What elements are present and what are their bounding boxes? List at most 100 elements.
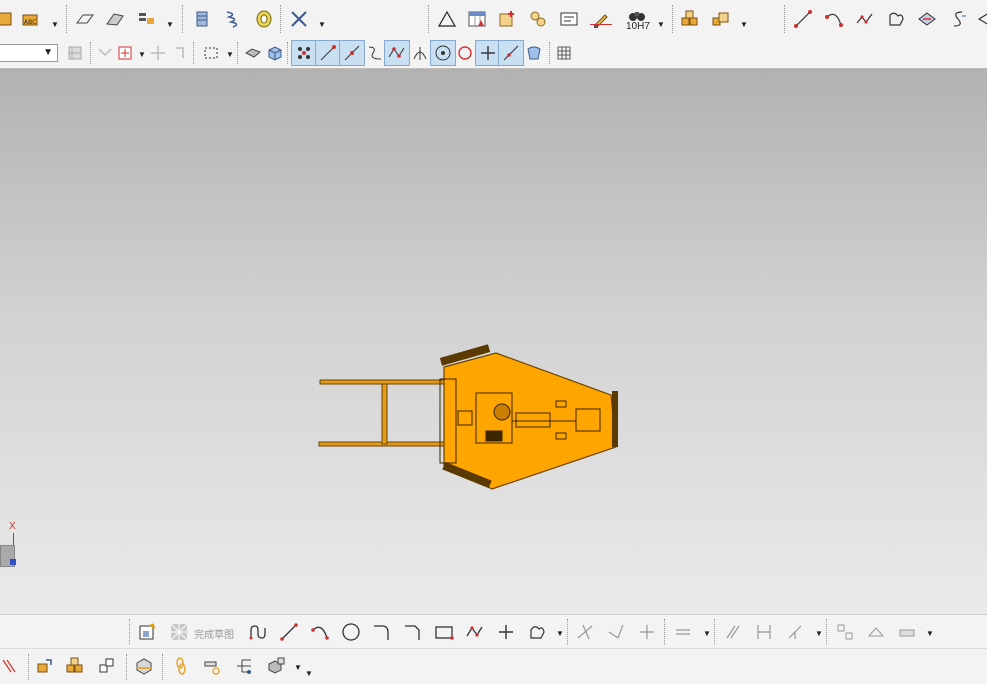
- dimension-icon[interactable]: [751, 619, 777, 645]
- snap-endpoints-icon[interactable]: [291, 40, 317, 66]
- brush-icon[interactable]: [588, 6, 614, 32]
- intersection-icon[interactable]: [894, 619, 920, 645]
- component-icon[interactable]: [708, 6, 734, 32]
- quick-trim-icon[interactable]: [572, 619, 598, 645]
- more-tools-icon[interactable]: [972, 6, 987, 32]
- grid-icon[interactable]: [551, 40, 577, 66]
- chevron-down-icon[interactable]: ▼: [305, 669, 313, 678]
- move-object-icon[interactable]: [31, 653, 57, 679]
- hierarchy-icon[interactable]: [231, 653, 257, 679]
- toolbar-separator: [784, 5, 785, 33]
- polygon-icon[interactable]: [462, 619, 488, 645]
- fillet-icon[interactable]: [369, 619, 395, 645]
- circle-icon[interactable]: [338, 619, 364, 645]
- snap-on-face-icon[interactable]: [521, 40, 547, 66]
- mirror-icon[interactable]: [832, 619, 858, 645]
- solid-block-icon[interactable]: [0, 6, 18, 32]
- project-icon[interactable]: [863, 619, 889, 645]
- 3d-model[interactable]: [316, 337, 626, 493]
- line-icon[interactable]: [790, 6, 816, 32]
- toolbar-separator: [428, 5, 429, 33]
- sketch-icon[interactable]: [134, 619, 160, 645]
- graphics-viewport[interactable]: X: [0, 69, 987, 614]
- chevron-down-icon[interactable]: ▼: [318, 20, 326, 29]
- replace-component-icon[interactable]: [94, 653, 120, 679]
- chamfer-icon[interactable]: [400, 619, 426, 645]
- assembly-icon[interactable]: [677, 6, 703, 32]
- parallel-icon[interactable]: [720, 619, 746, 645]
- toolbar-separator: [162, 654, 163, 680]
- toolbar-separator: [182, 5, 183, 33]
- cube-icon[interactable]: [262, 40, 288, 66]
- sketch-arc-icon[interactable]: [307, 619, 333, 645]
- note-icon[interactable]: [556, 6, 582, 32]
- sketch-line-icon[interactable]: [276, 619, 302, 645]
- projected-view-icon[interactable]: [525, 6, 551, 32]
- chevron-down-icon[interactable]: ▼: [740, 20, 748, 29]
- studio-spline-icon[interactable]: [524, 619, 550, 645]
- copy-component-icon[interactable]: [62, 653, 88, 679]
- cylinder-icon[interactable]: [189, 6, 215, 32]
- sheet-icon[interactable]: [914, 6, 940, 32]
- toolbar-separator: [672, 5, 673, 33]
- parallel-constraint-icon[interactable]: [0, 653, 20, 679]
- chevron-down-icon[interactable]: ▼: [815, 629, 823, 638]
- gear-icon[interactable]: [251, 6, 277, 32]
- constraint-icon[interactable]: [782, 619, 808, 645]
- offset-icon[interactable]: [670, 619, 696, 645]
- rectangle-icon[interactable]: [431, 619, 457, 645]
- toolbar-separator: [126, 654, 127, 680]
- profile-icon[interactable]: [245, 619, 271, 645]
- toolbar-separator: [237, 42, 238, 64]
- rotate-icon[interactable]: [168, 40, 194, 66]
- toolbar-separator: [129, 619, 130, 645]
- spring-icon[interactable]: [220, 6, 246, 32]
- finish-sketch-icon[interactable]: [166, 619, 192, 645]
- select-all-icon[interactable]: [62, 40, 88, 66]
- chevron-down-icon[interactable]: ▼: [657, 20, 665, 29]
- chevron-down-icon[interactable]: ▼: [556, 629, 564, 638]
- handle-frame: [318, 379, 451, 447]
- snap-point-icon[interactable]: [112, 40, 138, 66]
- box-select-icon[interactable]: [198, 40, 224, 66]
- point-icon[interactable]: [493, 619, 519, 645]
- chevron-down-icon[interactable]: ▼: [926, 629, 934, 638]
- spline-icon[interactable]: [852, 6, 878, 32]
- offset-curve-icon[interactable]: [945, 6, 971, 32]
- block-body-icon[interactable]: [131, 653, 157, 679]
- revolve-icon[interactable]: [102, 6, 128, 32]
- quick-extend-icon[interactable]: [603, 619, 629, 645]
- pattern-icon[interactable]: [134, 6, 160, 32]
- tolerance-label: 10H7: [626, 21, 650, 32]
- make-corner-icon[interactable]: [634, 619, 660, 645]
- add-view-icon[interactable]: [494, 6, 520, 32]
- triad-origin: [10, 559, 16, 565]
- surface-icon[interactable]: [883, 6, 909, 32]
- explode-view-icon[interactable]: [263, 653, 289, 679]
- toolbar-separator: [90, 42, 91, 64]
- triangle-icon[interactable]: [434, 6, 460, 32]
- snap-endpoint-icon[interactable]: [315, 40, 341, 66]
- selection-toolbar: ▼ ▼ ▼: [0, 38, 987, 69]
- toolbar-separator: [193, 42, 194, 64]
- tools-icon[interactable]: [286, 6, 312, 32]
- text-abc-icon[interactable]: ABC: [18, 6, 44, 32]
- constraint-link-icon[interactable]: [168, 653, 194, 679]
- chevron-down-icon[interactable]: ▼: [294, 663, 302, 672]
- finish-sketch-label[interactable]: 完成草图: [194, 626, 234, 641]
- selection-filter-dropdown[interactable]: ▼: [0, 44, 58, 62]
- drag-icon[interactable]: [199, 653, 225, 679]
- main-toolbar: ABC ▼ ▼ ▼ 10H7 ▼ ▼: [0, 0, 987, 39]
- x-axis-label: X: [9, 521, 16, 532]
- toolbar-separator: [66, 5, 67, 33]
- chevron-down-icon[interactable]: ▼: [226, 50, 234, 59]
- arc-icon[interactable]: [821, 6, 847, 32]
- chevron-down-icon[interactable]: ▼: [166, 20, 174, 29]
- svg-text:ABC: ABC: [24, 19, 36, 26]
- sketch-toolbar: 完成草图 ▼ ▼ ▼ ▼: [0, 614, 987, 649]
- table-icon[interactable]: [464, 6, 490, 32]
- extrude-icon[interactable]: [72, 6, 98, 32]
- dimension-line-icon: [590, 24, 612, 25]
- chevron-down-icon[interactable]: ▼: [703, 629, 711, 638]
- chevron-down-icon[interactable]: ▼: [51, 20, 59, 29]
